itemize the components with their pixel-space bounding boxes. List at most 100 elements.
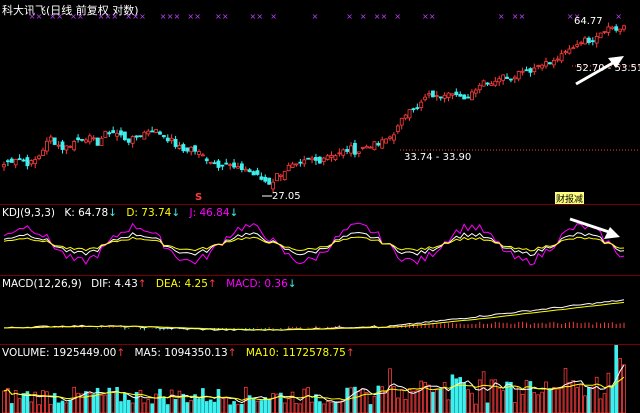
signal-marker: × [512,12,519,21]
kdj-k-line [3,231,625,257]
volume-bar [267,399,271,413]
volume-bar [388,368,392,413]
volume-bar [489,379,494,413]
volume-bar [99,394,104,413]
candle-body [540,64,545,69]
volume-bar [528,381,533,413]
volume-bar [146,399,151,413]
volume-bar [204,401,209,413]
signal-marker: × [312,12,319,21]
volume-bar [236,403,240,413]
volume-bar [302,388,307,413]
kdj-panel[interactable]: KDJ(9,3,3) K: 64.78↓ D: 73.74↓ J: 46.84↓ [0,205,640,275]
volume-bar [212,401,217,413]
candle-body [567,48,572,54]
volume-bar [552,387,556,413]
candle-body [403,114,408,119]
signal-marker: × [77,12,84,21]
volume-bar [154,393,158,413]
volume-chart[interactable] [0,345,640,413]
price-panel[interactable]: 科大讯飞(日线 前复权 对数) × × × × × × × × × × × × × × × × × × × × × × × ×… [0,0,640,205]
volume-bar [68,399,73,413]
low-price-label: 27.05 [272,191,301,202]
volume-bar [485,402,490,413]
volume-bar [357,391,361,413]
candle-body [551,60,556,66]
volume-bar [142,402,147,413]
candle-body [21,159,26,162]
candle-body [126,138,131,143]
volume-bar [509,381,513,413]
candle-body [68,145,73,148]
volume-bar [497,387,502,413]
signal-marker: × [374,12,381,21]
volume-bar [25,391,30,413]
candle-body [349,145,353,154]
volume-bar [376,385,381,413]
candle-body [485,82,490,85]
volume-bar [536,394,541,413]
candle-body [559,53,564,62]
candle-body [360,147,365,149]
signal-marker: × [360,12,367,21]
volume-bar [481,371,486,413]
candle-body [458,94,463,97]
candle-body [333,155,338,161]
volume-panel[interactable]: VOLUME: 1925449.00↑ MA5: 1094350.13↑ MA1… [0,345,640,413]
candle-body [477,84,482,91]
candle-body [583,37,587,45]
candle-body [442,94,447,99]
candle-body [48,136,53,142]
volume-bar [474,403,478,413]
volume-bar [216,389,221,413]
candle-body [384,138,389,144]
candle-body [431,90,435,98]
volume-bar [606,372,611,413]
volume-bar [583,395,587,413]
candle-body [489,83,494,86]
kdj-d-line [3,236,625,252]
volume-bar [271,393,275,413]
candle-body [395,125,400,132]
candle-body [142,131,147,140]
volume-bar [349,387,353,413]
volume-bar [555,388,560,413]
candle-body [64,145,69,151]
volume-bar [524,379,529,413]
candle-body [212,162,217,165]
candle-body [509,78,513,81]
signal-marker: × [187,12,194,21]
candle-body [2,164,6,168]
candle-body [290,163,295,168]
candlestick-chart[interactable]: × × × × × × × × × × × × × × × × × × × × × × × × × × × × × × × × × × × × [0,0,640,204]
signal-marker: × [160,12,167,21]
signal-marker: × [112,12,119,21]
volume-bar [134,392,139,413]
candle-body [325,155,330,160]
volume-bar [126,399,131,413]
signal-marker: × [498,12,505,21]
volume-bar [415,389,420,413]
volume-bar [228,404,232,413]
candle-body [185,147,190,152]
candle-body [516,71,521,80]
macd-chart[interactable] [0,276,640,344]
candle-body [548,62,552,65]
candle-body [544,61,548,67]
volume-bar [220,396,225,413]
sell-marker[interactable]: S [195,192,202,203]
volume-bar [325,400,330,413]
signal-marker: × [615,12,622,21]
volume-bar [435,389,439,413]
candle-body [337,152,342,155]
volume-bar [548,388,552,413]
candle-body [571,47,576,50]
macd-panel[interactable]: MACD(12,26,9) DIF: 4.43↑ DEA: 4.25↑ MACD… [0,276,640,344]
volume-bar [516,386,521,413]
kdj-chart[interactable] [0,205,640,275]
candle-body [99,137,104,146]
candle-body [72,141,77,151]
candle-body [610,26,615,29]
volume-bar [466,389,470,413]
candle-body [13,158,18,166]
